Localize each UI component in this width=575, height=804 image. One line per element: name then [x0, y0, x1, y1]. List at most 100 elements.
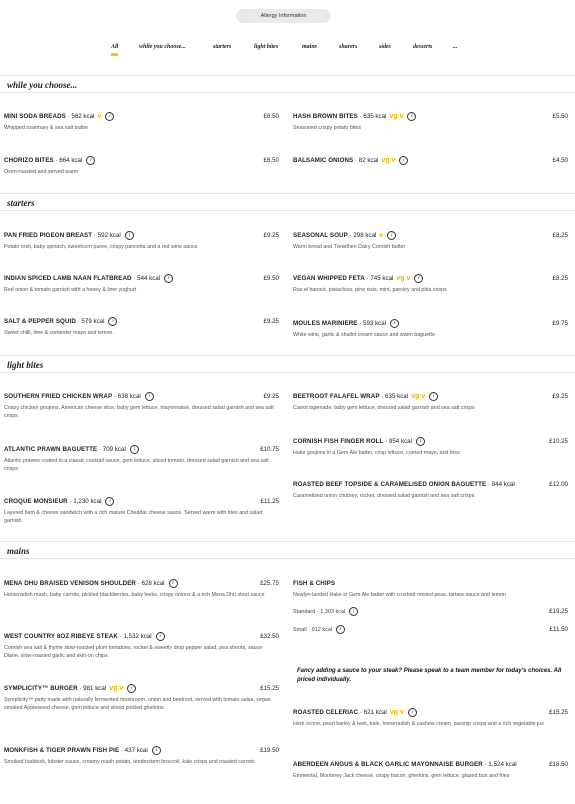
item-description: Hake goujons in a Gem Ale batter, crisp … — [293, 450, 460, 456]
item-price: £10.75 — [260, 446, 279, 453]
info-icon[interactable]: i — [155, 631, 165, 641]
tab-mains[interactable]: mains — [302, 44, 317, 50]
item-kcal: · 621 kcal — [359, 709, 387, 716]
diet-badge: vg v — [389, 113, 404, 120]
item-name: CHORIZO BITES — [4, 157, 54, 164]
item-description: Caramelised onion chutney, rocket, dress… — [293, 493, 475, 499]
info-icon[interactable]: i — [399, 155, 409, 165]
info-icon[interactable]: i — [414, 273, 424, 283]
item-kcal: · 745 kcal — [366, 275, 394, 282]
item-name: ROASTED BEEF TOPSIDE & CARAMELISED ONION… — [293, 481, 487, 488]
info-icon[interactable]: i — [127, 683, 137, 693]
item-name: SYMPLICITY™ BURGER — [4, 685, 78, 692]
menu-item-falafel-wrap[interactable]: BEETROOT FALAFEL WRAP · 635 kcal vg v i £9.… — [293, 391, 568, 412]
info-icon[interactable]: i — [336, 625, 346, 635]
item-description: White wine, garlic & shallot cream sauce… — [293, 332, 435, 338]
section-starters: starters — [0, 193, 575, 211]
menu-item-lamb-naan[interactable]: INDIAN SPICED LAMB NAAN FLATBREAD · 544 … — [4, 273, 279, 294]
item-name: ABERDEEN ANGUS & BLACK GARLIC MAYONNAISE… — [293, 761, 483, 768]
tab-while-you-choose[interactable]: while you choose... — [139, 44, 186, 50]
item-price: £6.50 — [263, 113, 279, 120]
item-description: Potato rosti, baby spinach, sweetcorn pu… — [4, 244, 198, 250]
menu-item-aberdeen-burger[interactable]: ABERDEEN ANGUS & BLACK GARLIC MAYONNAISE… — [293, 759, 568, 780]
item-price: £4.50 — [552, 157, 568, 164]
menu-item-balsamic-onions[interactable]: BALSAMIC ONIONS · 82 kcal vg v i £4.50 — [293, 155, 568, 167]
info-icon[interactable]: i — [390, 318, 400, 328]
info-icon[interactable]: i — [105, 496, 115, 506]
menu-item-venison[interactable]: MENA DHU BRAISED VENISON SHOULDER · 628 … — [4, 578, 279, 599]
item-description: Cornish sea salt & thyme slow-roasted pl… — [4, 645, 263, 659]
info-icon[interactable]: i — [129, 444, 139, 454]
menu-item-mini-soda-breads[interactable]: MINI SODA BREADS · 562 kcal v i £6.50 Whipp… — [4, 111, 279, 132]
item-price: £9.25 — [263, 318, 279, 325]
item-description: Horseradish mash, baby carrots, pickled … — [4, 592, 265, 598]
menu-item-ribeye[interactable]: WEST COUNTRY 8OZ RIBEYE STEAK · 1,532 kc… — [4, 631, 279, 660]
info-icon[interactable]: i — [429, 391, 439, 401]
menu-item-squid[interactable]: SALT & PEPPER SQUID · 579 kcal i £9.25 Swe… — [4, 316, 279, 337]
item-kcal: · 1,230 kcal — [69, 498, 102, 505]
diet-badge: vg v — [389, 709, 404, 716]
info-icon[interactable]: i — [124, 230, 134, 240]
section-title: while you choose... — [7, 80, 78, 90]
tab-sharers[interactable]: sharers — [339, 44, 357, 50]
menu-item-moules[interactable]: MOULES MARINIERE · 593 kcal i £9.75 White … — [293, 318, 568, 339]
tab-all[interactable]: All — [111, 44, 119, 56]
allergy-info-button[interactable]: Allergy Information — [236, 9, 331, 23]
tab-sides[interactable]: sides — [379, 44, 391, 50]
info-icon[interactable]: i — [105, 111, 115, 121]
tab-light-bites[interactable]: light bites — [254, 44, 278, 50]
info-icon[interactable]: i — [108, 316, 118, 326]
diet-badge: v — [97, 113, 102, 120]
info-icon[interactable]: i — [86, 155, 96, 165]
item-kcal: · 544 kcal — [133, 275, 161, 282]
menu-item-roasted-celeriac[interactable]: ROASTED CELERIAC · 621 kcal vg v i £15.25 H… — [293, 707, 568, 728]
menu-item-monkfish-pie[interactable]: MONKFISH & TIGER PRAWN FISH PIE · 437 kc… — [4, 745, 279, 766]
portion-standard[interactable]: Standard · 1,303 kcal i £19.25 — [293, 607, 568, 617]
item-kcal: · 82 kcal — [355, 157, 379, 164]
item-price: £8.25 — [552, 275, 568, 282]
section-light-bites: light bites — [0, 355, 575, 373]
item-name: WEST COUNTRY 8OZ RIBEYE STEAK — [4, 633, 118, 640]
item-kcal: · 844 kcal — [487, 481, 515, 488]
info-icon[interactable]: i — [387, 230, 397, 240]
info-icon[interactable]: i — [164, 273, 174, 283]
menu-item-seasonal-soup[interactable]: SEASONAL SOUP · 298 kcal v i £8.25 Warm bre… — [293, 230, 568, 251]
info-icon[interactable]: i — [407, 111, 417, 121]
item-price: £18.50 — [549, 761, 568, 768]
item-kcal: · 1,532 kcal — [119, 633, 152, 640]
diet-badge: v — [379, 232, 384, 239]
tab-starters[interactable]: starters — [213, 44, 231, 50]
info-icon[interactable]: i — [407, 707, 417, 717]
menu-item-vegan-feta[interactable]: VEGAN WHIPPED FETA · 745 kcal vg v i £8.25 … — [293, 273, 568, 294]
menu-item-chorizo-bites[interactable]: CHORIZO BITES · 664 kcal i £6.50 Oven-roas… — [4, 155, 279, 176]
item-price: £15.25 — [549, 709, 568, 716]
portion-small[interactable]: Small · 912 kcal i £11.50 — [293, 625, 568, 635]
info-icon[interactable]: i — [144, 391, 154, 401]
info-icon[interactable]: i — [151, 745, 161, 755]
menu-item-beef-baguette[interactable]: ROASTED BEEF TOPSIDE & CARAMELISED ONION… — [293, 479, 568, 500]
item-price: £9.25 — [552, 393, 568, 400]
menu-item-hash-brown-bites[interactable]: HASH BROWN BITES · 635 kcal vg v i £5.50 Se… — [293, 111, 568, 132]
menu-item-symplicity-burger[interactable]: SYMPLICITY™ BURGER · 981 kcal vg v i £15.25… — [4, 683, 279, 712]
menu-item-chicken-wrap[interactable]: SOUTHERN FRIED CHICKEN WRAP · 638 kcal i £… — [4, 391, 279, 420]
info-icon[interactable]: i — [168, 578, 178, 588]
info-icon[interactable]: i — [349, 607, 359, 617]
item-name: MINI SODA BREADS — [4, 113, 66, 120]
item-description: Warm bread and Trewithen Dairy Cornish b… — [293, 244, 406, 250]
tab-desserts[interactable]: desserts — [413, 44, 432, 50]
category-tabs: All while you choose... starters light b… — [0, 44, 575, 58]
item-name: ATLANTIC PRAWN BAGUETTE — [4, 446, 98, 453]
menu-item-fish-and-chips[interactable]: FISH & CHIPS Newlyn-landed Hake in Gem A… — [293, 578, 568, 635]
item-description: Symplicity™ patty made with naturally fe… — [4, 697, 271, 711]
menu-item-pigeon-breast[interactable]: PAN FRIED PIGEON BREAST · 592 kcal i £9.25… — [4, 230, 279, 251]
item-name: CORNISH FISH FINGER ROLL — [293, 438, 384, 445]
info-icon[interactable]: i — [415, 436, 425, 446]
menu-item-fish-finger-roll[interactable]: CORNISH FISH FINGER ROLL · 954 kcal i £10.… — [293, 436, 568, 457]
menu-item-croque-monsieur[interactable]: CROQUE MONSIEUR · 1,230 kcal i £11.25 Laye… — [4, 496, 279, 525]
item-description: Whipped rosemary & sea salt butter — [4, 125, 89, 131]
item-price: £9.25 — [263, 393, 279, 400]
item-price: £32.50 — [260, 633, 279, 640]
tab-more[interactable]: ... — [453, 44, 458, 50]
steak-sauce-note: Fancy adding a sauce to your steak? Plea… — [297, 668, 562, 683]
menu-item-prawn-baguette[interactable]: ATLANTIC PRAWN BAGUETTE · 709 kcal i £10.7… — [4, 444, 279, 473]
